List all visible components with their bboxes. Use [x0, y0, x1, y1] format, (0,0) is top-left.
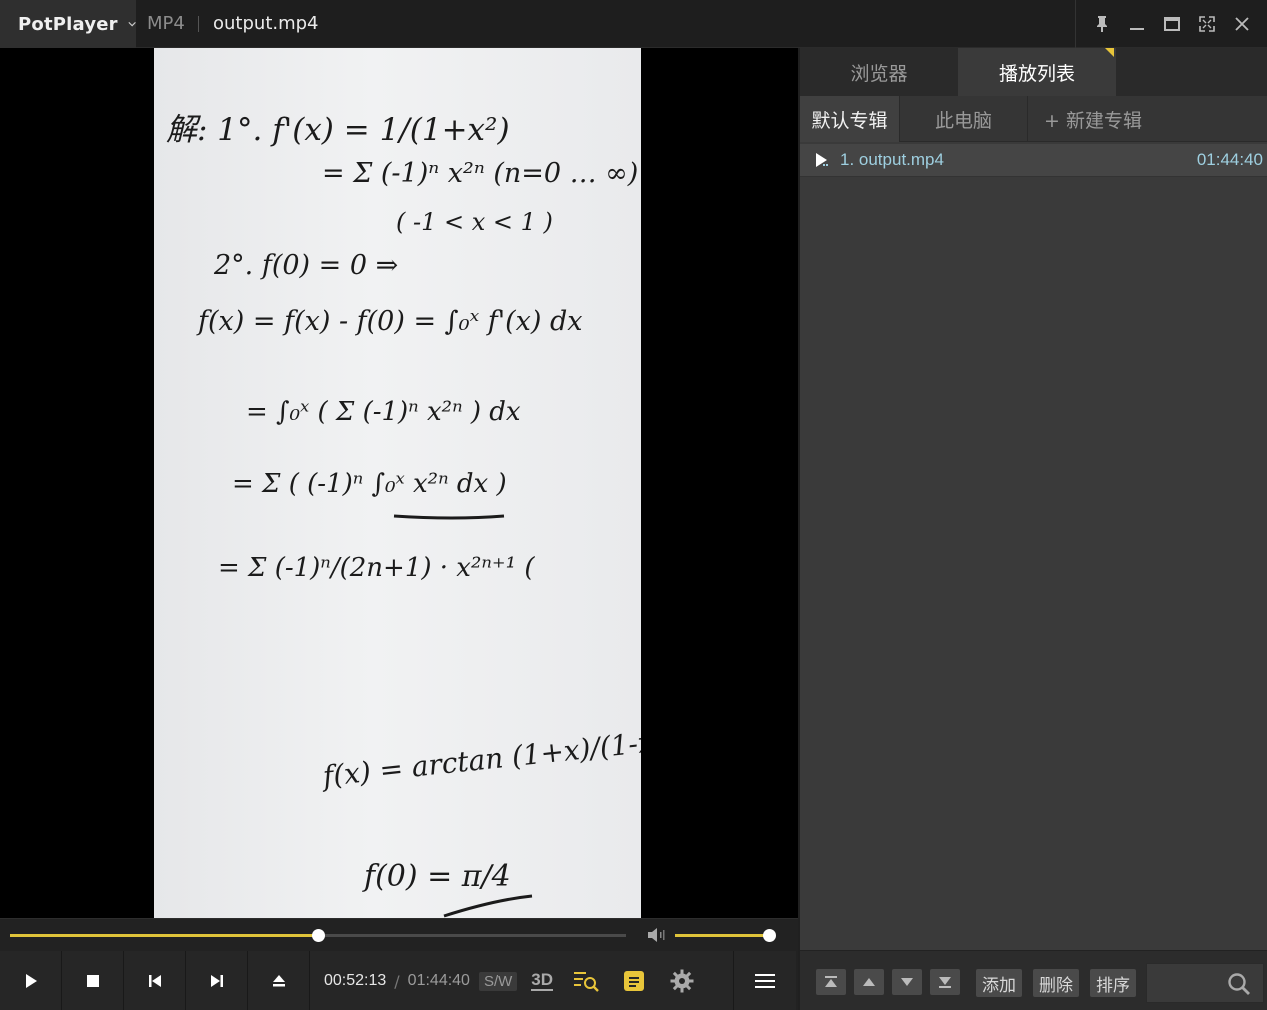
maximize-icon	[1163, 17, 1180, 31]
math-line-5: f(x) = f(x) - f(0) = ∫₀ˣ f'(x) dx	[196, 306, 583, 337]
play-icon	[25, 974, 37, 988]
title-bar: PotPlayer MP4 output.mp4	[0, 0, 1267, 48]
move-top-icon	[825, 976, 837, 987]
move-bottom-button[interactable]	[930, 969, 960, 995]
math-line-2: = Σ (-1)ⁿ x²ⁿ (n=0 … ∞)	[322, 158, 638, 189]
now-playing-icon	[816, 153, 828, 167]
seek-bar[interactable]	[10, 929, 626, 942]
minimize-icon	[1129, 28, 1144, 30]
pin-icon	[1096, 16, 1107, 32]
hamburger-menu-icon	[755, 974, 775, 988]
video-frame: 解: 1°. f'(x) = 1/(1+x²) = Σ (-1)ⁿ x²ⁿ (n…	[154, 48, 641, 918]
video-display[interactable]: 解: 1°. f'(x) = 1/(1+x²) = Σ (-1)ⁿ x²ⁿ (n…	[0, 48, 798, 918]
current-time: 00:52:13	[324, 972, 387, 989]
playlist-search-icon	[574, 972, 599, 992]
gear-icon	[670, 969, 694, 993]
seek-progress	[10, 934, 318, 937]
math-line-6: = ∫₀ˣ ( Σ (-1)ⁿ x²ⁿ ) dx	[246, 397, 521, 427]
playlist-toolbar: 添加 删除 排序	[800, 950, 1267, 1010]
playlist-item[interactable]: 1. output.mp4 01:44:40	[800, 144, 1267, 177]
tab-browser[interactable]: 浏览器	[800, 48, 958, 96]
eject-button[interactable]	[248, 951, 310, 1010]
format-label: MP4	[147, 13, 185, 34]
play-button[interactable]	[0, 951, 62, 1010]
app-name: PotPlayer	[18, 13, 118, 35]
math-line-1: 解: 1°. f'(x) = 1/(1+x²)	[166, 112, 510, 148]
volume-level	[675, 934, 770, 937]
move-down-button[interactable]	[892, 969, 922, 995]
3d-button[interactable]: 3D	[531, 971, 554, 991]
time-display: 00:52:13 / 01:44:40 S/W 3D	[310, 951, 734, 1010]
handwritten-stroke	[443, 894, 533, 918]
volume-slider[interactable]	[675, 929, 776, 942]
window-controls	[1075, 0, 1267, 48]
move-up-button[interactable]	[854, 969, 884, 995]
delete-button[interactable]: 删除	[1033, 969, 1079, 997]
arrow-down-icon	[901, 978, 913, 986]
playlist-search-button[interactable]	[571, 966, 601, 996]
sw-button[interactable]: S/W	[478, 971, 518, 991]
math-line-9: f(x) = arctan (1+x)/(1-x)	[319, 724, 641, 793]
playlist-item-name: 1. output.mp4	[840, 150, 944, 169]
subtitle-icon	[624, 971, 645, 991]
album-tabs: 默认专辑 此电脑 + 新建专辑	[800, 96, 1267, 142]
time-separator: /	[394, 971, 400, 991]
seek-handle[interactable]	[312, 929, 325, 942]
title-separator	[198, 16, 199, 32]
move-top-button[interactable]	[816, 969, 846, 995]
volume-icon[interactable]	[646, 926, 668, 944]
control-bar: 00:52:13 / 01:44:40 S/W 3D	[0, 918, 798, 1010]
total-time: 01:44:40	[407, 972, 470, 989]
math-line-7: = Σ ( (-1)ⁿ ∫₀ˣ x²ⁿ dx )	[232, 469, 507, 499]
close-icon	[1234, 17, 1249, 31]
skip-previous-icon	[148, 975, 161, 987]
next-button[interactable]	[186, 951, 248, 1010]
previous-button[interactable]	[124, 951, 186, 1010]
eject-icon	[272, 975, 285, 987]
main-menu-button[interactable]	[734, 951, 796, 1010]
math-line-3: ( -1 < x < 1 )	[396, 208, 553, 236]
handwritten-math: 解: 1°. f'(x) = 1/(1+x²) = Σ (-1)ⁿ x²ⁿ (n…	[166, 112, 641, 918]
stop-icon	[86, 975, 99, 987]
tab-default-album[interactable]: 默认专辑	[800, 96, 900, 142]
subtitle-button[interactable]	[619, 966, 649, 996]
math-line-10: f(0) = π/4	[362, 859, 511, 894]
panel-tabs: 浏览器 播放列表	[800, 48, 1267, 96]
settings-button[interactable]	[667, 966, 697, 996]
volume-handle[interactable]	[763, 929, 776, 942]
handwritten-underline	[393, 514, 505, 520]
maximize-button[interactable]	[1159, 11, 1185, 37]
skip-next-icon	[210, 975, 223, 987]
sort-button[interactable]: 排序	[1090, 969, 1136, 997]
playlist-item-duration: 01:44:40	[1196, 150, 1263, 169]
search-icon[interactable]	[1226, 971, 1252, 997]
pin-button[interactable]	[1089, 11, 1115, 37]
add-button[interactable]: 添加	[976, 969, 1022, 997]
close-button[interactable]	[1229, 11, 1255, 37]
file-title: output.mp4	[213, 13, 319, 34]
move-bottom-icon	[939, 977, 951, 988]
playlist-panel: 浏览器 播放列表 默认专辑 此电脑 + 新建专辑 1. output.mp4 0…	[798, 48, 1267, 1010]
fullscreen-icon	[1198, 16, 1215, 32]
minimize-button[interactable]	[1124, 11, 1150, 37]
tab-playlist[interactable]: 播放列表	[958, 48, 1116, 96]
tab-new-album[interactable]: + 新建专辑	[1028, 96, 1158, 142]
chevron-down-icon	[128, 21, 136, 27]
arrow-up-icon	[863, 978, 875, 986]
math-line-8: = Σ (-1)ⁿ/(2n+1) · x²ⁿ⁺¹ (	[218, 553, 535, 583]
fullscreen-button[interactable]	[1194, 11, 1220, 37]
tab-corner-marker	[1105, 48, 1114, 57]
tab-this-pc[interactable]: 此电脑	[900, 96, 1028, 142]
app-menu-button[interactable]: PotPlayer	[0, 0, 136, 48]
math-line-4: 2°. f(0) = 0 ⇒	[213, 250, 398, 281]
stop-button[interactable]	[62, 951, 124, 1010]
